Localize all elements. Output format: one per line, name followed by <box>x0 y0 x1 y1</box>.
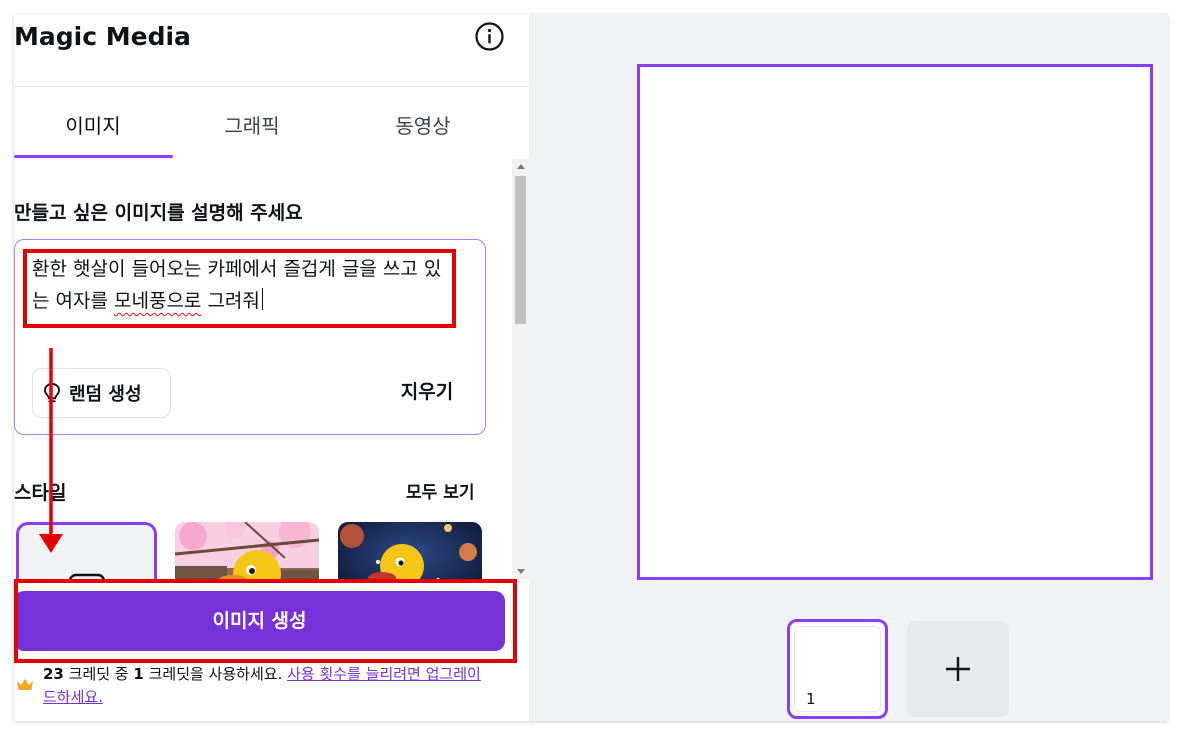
random-generate-label: 랜덤 생성 <box>69 384 142 405</box>
credits-used: 1 <box>133 665 144 683</box>
see-all-link[interactable]: 모두 보기 <box>406 480 474 506</box>
random-generate-button[interactable]: 랜덤 생성 <box>32 368 171 418</box>
no-style-icon <box>69 573 105 579</box>
generate-image-button[interactable]: 이미지 생성 <box>14 591 505 651</box>
prompt-text[interactable]: 환한 햇살이 들어오는 카페에서 즐겁게 글을 쓰고 있는 여자를 모네풍으로 … <box>32 253 452 317</box>
misspelled-word: 모네풍으로 <box>114 290 202 312</box>
style-label: 스타일 <box>14 482 67 504</box>
style-none-thumbnail[interactable] <box>16 522 157 579</box>
prompt-input[interactable]: 환한 햇살이 들어오는 카페에서 즐겁게 글을 쓰고 있는 여자를 모네풍으로 … <box>14 239 486 435</box>
prompt-label: 만들고 싶은 이미지를 설명해 주세요 <box>14 202 303 224</box>
panel-title: Magic Media <box>14 22 191 51</box>
credits-total: 23 <box>43 665 64 683</box>
credits-text: 23 크레딧 중 1 크레딧을 사용하세요. 사용 횟수를 늘리려면 업그레이드… <box>43 663 493 709</box>
clear-button[interactable]: 지우기 <box>385 370 469 414</box>
style-cherry-blossom-thumbnail[interactable] <box>175 522 319 579</box>
lightbulb-icon <box>44 383 60 403</box>
scrollbar-thumb[interactable] <box>515 176 526 324</box>
tab-video[interactable]: 동영상 <box>332 112 514 140</box>
design-canvas[interactable] <box>637 64 1153 580</box>
active-tab-indicator <box>14 155 173 158</box>
page-number: 1 <box>806 690 816 708</box>
panel-scrollbar[interactable] <box>512 159 529 579</box>
add-page-button[interactable] <box>907 621 1009 717</box>
plus-icon <box>946 657 970 681</box>
crown-icon <box>17 679 33 690</box>
tab-graphic[interactable]: 그래픽 <box>172 112 332 140</box>
magic-media-panel: Magic Media 이미지 그래픽 동영상 만들고 싶은 이미지를 설명해 … <box>14 14 529 721</box>
page-thumbnail[interactable]: 1 <box>787 619 888 719</box>
header-divider <box>14 86 529 87</box>
info-icon[interactable] <box>474 21 505 52</box>
duck-space-image <box>338 522 482 579</box>
credits-text-a: 크레딧 중 <box>63 665 134 683</box>
scroll-down-arrow[interactable] <box>517 569 525 574</box>
scroll-up-arrow[interactable] <box>517 164 525 169</box>
tab-image[interactable]: 이미지 <box>14 112 172 140</box>
app-frame: Magic Media 이미지 그래픽 동영상 만들고 싶은 이미지를 설명해 … <box>14 14 1168 721</box>
duck-blossom-image <box>175 522 319 579</box>
panel-scroll-area[interactable]: 만들고 싶은 이미지를 설명해 주세요 환한 햇살이 들어오는 카페에서 즐겁게… <box>14 159 529 579</box>
credits-text-b: 크레딧을 사용하세요. <box>143 665 288 683</box>
style-space-thumbnail[interactable] <box>338 522 482 579</box>
prompt-text-end: 그려줘 <box>201 290 260 312</box>
text-caret <box>261 288 263 310</box>
